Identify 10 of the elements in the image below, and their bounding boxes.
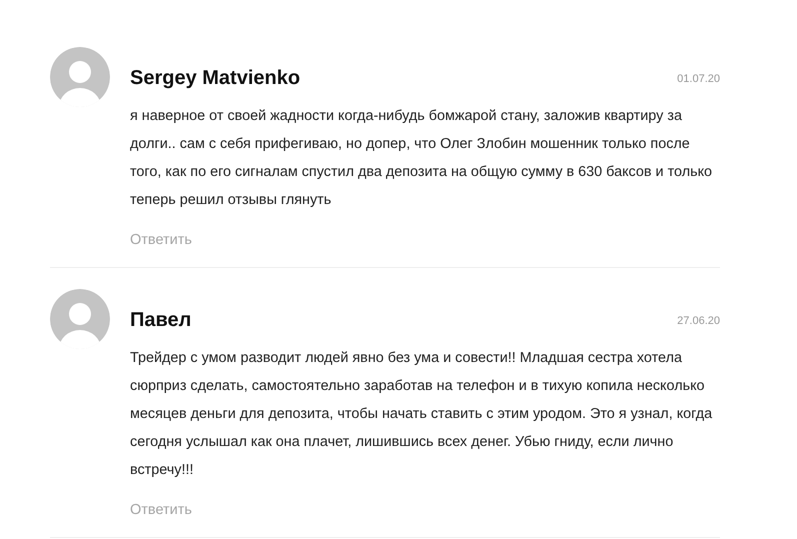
reply-link[interactable]: Ответить [130, 232, 192, 248]
reply-link[interactable]: Ответить [130, 502, 192, 518]
author-name: Павел [130, 309, 192, 332]
avatar-icon [50, 47, 110, 107]
author-name: Sergey Matvienko [130, 67, 300, 90]
comment-text: Трейдер с умом разводит людей явно без ума и совести!! Младшая сестра хотела сюрприз сделать, самостоятельно заработав на телефон и в тихую копила несколько месяцев деньги для депозита, чтобы начать ставить с этим уродом. Это я узнал, когда сегодня услышал как она плачет, лишившись всех денег. Убью гниду, если лично встречу!!! [130, 349, 714, 480]
comment-text: я наверное от своей жадности когда-нибудь бомжарой стану, заложив квартиру за долги.. сам с себя прифегиваю, но допер, что Олег Злобин мошенник только после того, как по его сигналам спустил два депозита на общую сумму в 630 баксов и только теперь решил отзывы глянуть [130, 107, 714, 210]
comment-date: 27.06.20 [677, 314, 720, 326]
avatar-icon [50, 289, 110, 349]
comment-date: 01.07.20 [677, 72, 720, 84]
